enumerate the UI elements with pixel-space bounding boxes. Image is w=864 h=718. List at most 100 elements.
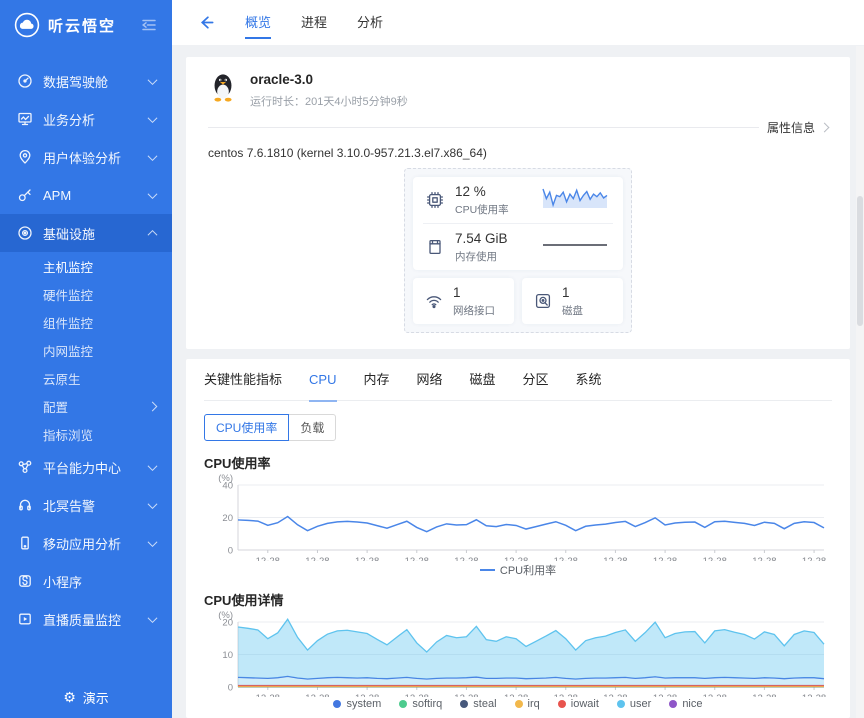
tab-概览[interactable]: 概览 <box>245 0 271 45</box>
sidebar-item-mini-app[interactable]: 小程序 <box>0 562 172 600</box>
menu-fold-icon[interactable] <box>140 16 158 34</box>
metric-tab-网络[interactable]: 网络 <box>416 359 442 401</box>
sidebar-item-location-pin[interactable]: 用户体验分析 <box>0 138 172 176</box>
sidebar-subitem[interactable]: 配置 <box>0 392 172 420</box>
legend-steal[interactable]: steal <box>460 698 496 710</box>
cpu-chip-icon <box>425 190 445 210</box>
toggle-CPU使用率[interactable]: CPU使用率 <box>204 414 289 441</box>
svg-text:12-28: 12-28 <box>405 693 429 698</box>
menu-label: 指标浏览 <box>43 425 93 444</box>
scrollbar-track[interactable] <box>856 46 864 718</box>
legend-label: system <box>346 698 381 710</box>
attribute-info-label: 属性信息 <box>767 119 815 136</box>
legend-iowait[interactable]: iowait <box>558 698 599 710</box>
stat-value: 7.54 GiB <box>455 231 508 246</box>
svg-text:12-28: 12-28 <box>355 556 379 561</box>
sparkline <box>539 185 611 216</box>
svg-text:12-28: 12-28 <box>653 556 677 561</box>
phone-icon <box>16 535 33 552</box>
menu-label: 组件监控 <box>43 313 93 332</box>
content: oracle-3.0 运行时长：201天4小时5分钟9秒 属性信息 centos… <box>172 45 864 718</box>
svg-text:12-28: 12-28 <box>355 693 379 698</box>
sidebar-menu: 数据驾驶舱业务分析用户体验分析 APM 基础设施主机监控硬件监控组件监控内网监控云原… <box>0 50 172 676</box>
tab-分析[interactable]: 分析 <box>357 0 383 45</box>
metric-tab-CPU[interactable]: CPU <box>309 359 336 401</box>
svg-text:12-28: 12-28 <box>752 556 776 561</box>
chevron-down-icon <box>148 537 158 547</box>
legend-irq[interactable]: irq <box>515 698 540 710</box>
menu-label: APM <box>43 188 71 203</box>
nodes-icon <box>16 459 33 476</box>
svg-text:12-28: 12-28 <box>454 693 478 698</box>
sidebar-subitem[interactable]: 内网监控 <box>0 336 172 364</box>
sidebar-item-phone[interactable]: 移动应用分析 <box>0 524 172 562</box>
legend-marker <box>515 700 523 708</box>
sidebar-subitem[interactable]: 主机监控 <box>0 252 172 280</box>
stat-label: 网络接口 <box>453 303 495 318</box>
scrollbar-thumb[interactable] <box>857 196 863 326</box>
sidebar-item-gauge[interactable]: 数据驾驶舱 <box>0 62 172 100</box>
topbar: 概览进程分析 <box>172 0 864 45</box>
legend-marker <box>460 700 468 708</box>
chevron-down-icon <box>148 75 158 85</box>
topbar-tabs: 概览进程分析 <box>245 0 383 45</box>
menu-label: 小程序 <box>43 572 82 591</box>
metrics-card: 关键性能指标CPU内存网络磁盘分区系统 CPU使用率负载 CPU使用率 (%)0… <box>186 359 850 718</box>
stat-value: 1 <box>562 285 583 300</box>
sidebar-item-monitor-chart[interactable]: 业务分析 <box>0 100 172 138</box>
sidebar-subitem[interactable]: 硬件监控 <box>0 280 172 308</box>
menu-label: 内网监控 <box>43 341 93 360</box>
sidebar-subitem[interactable]: 指标浏览 <box>0 420 172 448</box>
network-disk-row: 1 网络接口1 磁盘 <box>413 278 623 324</box>
stat-label: 内存使用 <box>455 249 508 264</box>
svg-text:20: 20 <box>222 513 233 524</box>
wifi-icon <box>424 291 444 311</box>
legend-softirq[interactable]: softirq <box>399 698 442 710</box>
sidebar-subitem[interactable]: 云原生 <box>0 364 172 392</box>
menu-label: 主机监控 <box>43 257 93 276</box>
chevron-down-icon <box>148 461 158 471</box>
stat-value: 1 <box>453 285 495 300</box>
cpu-detail-area-chart: (%)0102012-2813:2012-2813:2512-2813:3012… <box>204 609 832 698</box>
sidebar-item-live-play[interactable]: 直播质量监控 <box>0 600 172 638</box>
metric-tab-关键性能指标[interactable]: 关键性能指标 <box>204 359 282 401</box>
host-name: oracle-3.0 <box>250 72 408 87</box>
legend-CPU利用率[interactable]: CPU利用率 <box>480 562 556 578</box>
key-icon <box>16 187 33 204</box>
linux-tux-icon <box>208 71 238 103</box>
metric-tab-内存[interactable]: 内存 <box>363 359 389 401</box>
sidebar-subitem[interactable]: 组件监控 <box>0 308 172 336</box>
sidebar-item-nodes[interactable]: 平台能力中心 <box>0 448 172 486</box>
sidebar-item-key[interactable]: APM <box>0 176 172 214</box>
metric-tab-分区[interactable]: 分区 <box>523 359 549 401</box>
host-stats-panel: 12 % CPU使用率7.54 GiB 内存使用 1 网络接口1 磁盘 <box>404 168 632 333</box>
metric-tab-磁盘[interactable]: 磁盘 <box>470 359 496 401</box>
cloud-logo-icon <box>14 12 40 38</box>
legend-user[interactable]: user <box>617 698 651 710</box>
svg-text:12-28: 12-28 <box>256 556 280 561</box>
menu-label: 数据驾驶舱 <box>43 72 108 91</box>
back-arrow-icon[interactable] <box>198 14 215 31</box>
sparkline <box>539 232 611 263</box>
legend-nice[interactable]: nice <box>669 698 702 710</box>
legend-marker <box>480 569 495 571</box>
svg-text:12-28: 12-28 <box>752 693 776 698</box>
menu-label: 平台能力中心 <box>43 458 121 477</box>
svg-text:12-28: 12-28 <box>454 556 478 561</box>
demo-footer[interactable]: ⚙ 演示 <box>0 676 172 718</box>
legend-label: iowait <box>571 698 599 710</box>
legend-marker <box>617 700 625 708</box>
legend-system[interactable]: system <box>333 698 381 710</box>
attribute-info-link[interactable]: 属性信息 <box>767 119 828 136</box>
bell-icon <box>16 497 33 514</box>
sidebar-item-bell[interactable]: 北冥告警 <box>0 486 172 524</box>
menu-label: 基础设施 <box>43 224 95 243</box>
metric-tab-系统[interactable]: 系统 <box>576 359 602 401</box>
toggle-负载[interactable]: 负载 <box>288 414 336 441</box>
sidebar-item-target[interactable]: 基础设施 <box>0 214 172 252</box>
menu-label: 用户体验分析 <box>43 148 121 167</box>
svg-text:40: 40 <box>222 481 233 492</box>
tab-进程[interactable]: 进程 <box>301 0 327 45</box>
chart-title-cpu-detail: CPU使用详情 <box>204 590 832 609</box>
svg-text:12-28: 12-28 <box>603 693 627 698</box>
